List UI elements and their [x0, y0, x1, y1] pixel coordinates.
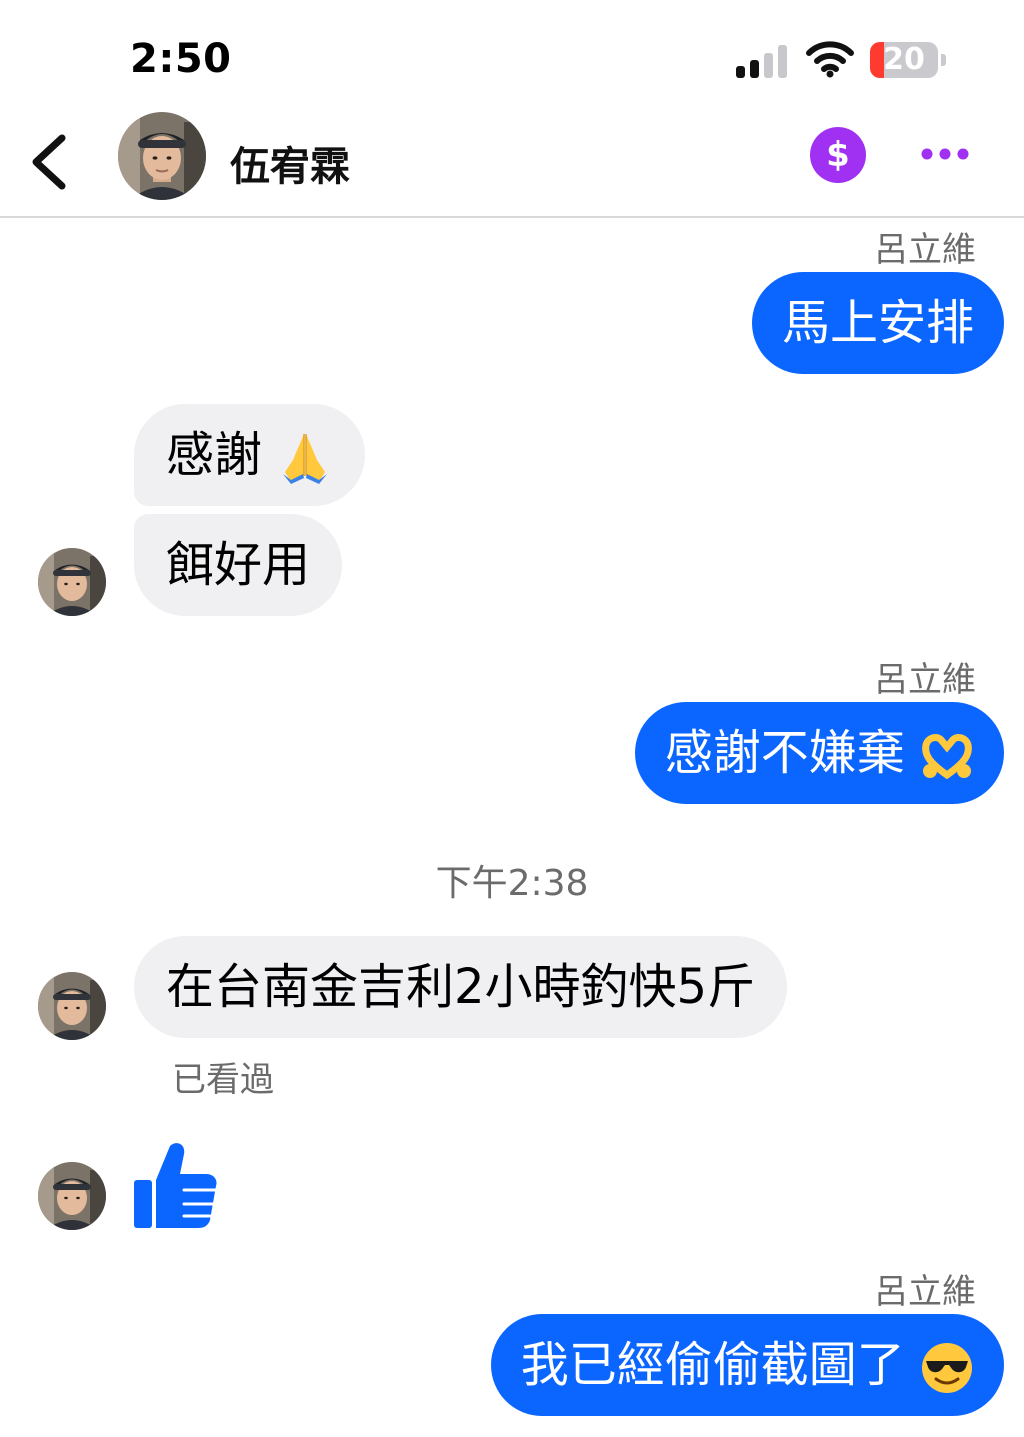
message-bubble-incoming[interactable]: 餌好用	[134, 514, 343, 616]
signal-bar	[750, 60, 759, 78]
thumbs-up-icon[interactable]	[130, 1140, 218, 1232]
message-bubble-incoming[interactable]: 感謝	[134, 404, 366, 506]
battery-level: 20	[883, 42, 925, 77]
battery-cap	[941, 54, 946, 66]
back-button[interactable]	[22, 122, 82, 202]
messenger-chat-screen: 2:50 20 伍宥霖 $ 呂立維 馬上安排 感謝 餌好用 呂立維 感謝不嫌棄 …	[0, 0, 1024, 1437]
message-bubble-outgoing[interactable]: 我已經偷偷截圖了	[490, 1314, 1004, 1416]
contact-avatar-small[interactable]	[38, 548, 106, 616]
message-bubble-incoming[interactable]: 在台南金吉利2小時釣快5斤	[134, 936, 788, 1038]
message-timestamp: 下午2:38	[435, 863, 589, 904]
sunglasses-face-emoji	[922, 1343, 972, 1393]
more-dots-icon[interactable]	[918, 136, 972, 172]
dollar-sign-icon[interactable]: $	[810, 127, 866, 183]
message-text: 馬上安排	[781, 295, 974, 351]
message-text: 在台南金吉利2小時釣快5斤	[166, 959, 756, 1015]
message-text: 我已經偷偷截圖了	[520, 1337, 905, 1393]
message-text: 感謝	[166, 427, 263, 483]
status-time: 2:50	[130, 36, 232, 82]
heart-hands-emoji	[922, 734, 972, 780]
battery-icon: 20	[870, 42, 950, 78]
signal-bar	[764, 53, 773, 78]
message-bubble-outgoing[interactable]: 馬上安排	[751, 272, 1004, 374]
seen-status: 已看過	[172, 1060, 274, 1100]
contact-avatar-small[interactable]	[38, 972, 106, 1040]
contact-avatar[interactable]	[118, 112, 206, 200]
header-divider	[0, 216, 1024, 218]
cellular-signal-icon	[736, 44, 792, 78]
contact-name[interactable]: 伍宥霖	[230, 134, 350, 192]
signal-bar	[778, 45, 787, 78]
folded-hands-emoji	[283, 434, 328, 484]
contact-avatar-small[interactable]	[38, 1162, 106, 1230]
battery-body: 20	[870, 42, 938, 78]
signal-bar	[736, 66, 745, 78]
message-bubble-outgoing[interactable]: 感謝不嫌棄	[634, 702, 1004, 804]
message-text: 餌好用	[166, 537, 311, 593]
sender-label: 呂立維	[874, 660, 976, 700]
sender-label: 呂立維	[874, 1272, 976, 1312]
sender-label: 呂立維	[874, 230, 976, 270]
wifi-icon	[806, 41, 854, 78]
message-text: 感謝不嫌棄	[664, 725, 905, 781]
